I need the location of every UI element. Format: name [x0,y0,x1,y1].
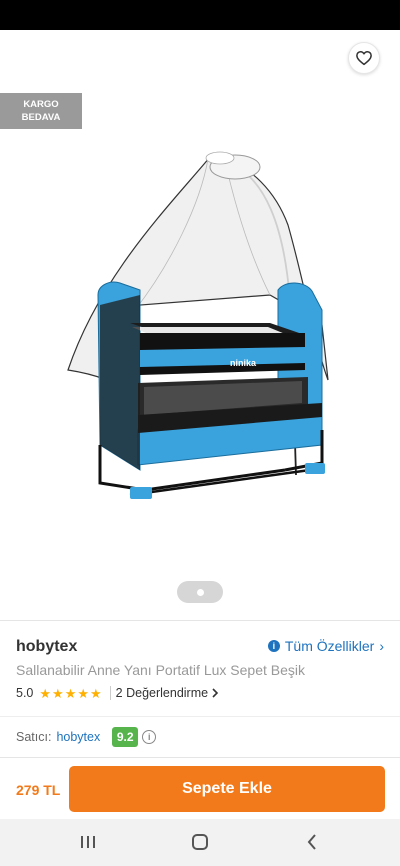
system-back-button[interactable] [292,829,332,855]
divider [0,620,400,621]
add-to-cart-button[interactable]: Sepete Ekle [69,766,385,812]
purchase-bar: 279 TL Sepete Ekle [0,757,400,819]
chevron-right-icon: › [379,638,384,654]
product-title: Sallanabilir Anne Yanı Portatif Lux Sepe… [16,662,305,678]
gallery-pagination [177,581,223,603]
all-features-label: Tüm Özellikler [284,638,375,654]
chevron-right-icon [212,688,219,698]
rating-stars: ★ ★ ★ ★ ★ [39,687,101,700]
rating-value: 5.0 [16,686,34,700]
reviews-link[interactable]: 2 Değerlendirme [116,686,219,700]
share-icon [305,49,321,67]
seller-label: Satıcı: [16,730,52,744]
svg-text:ninika: ninika [230,358,257,368]
brand-name[interactable]: hobytex [16,638,77,656]
system-nav-bar [0,819,400,866]
recents-icon [81,836,95,848]
star-icon: ★ [64,685,77,701]
status-bar [0,0,400,30]
seller-score-badge: 9.2 [112,727,139,747]
gallery-dot-active [196,588,204,596]
star-icon: ★ [77,685,90,701]
badge-line-1: KARGO [23,99,59,110]
badge-line-2: BEDAVA [21,112,61,123]
seller-row: Satıcı: hobytex 9.2 i [16,727,157,747]
share-button[interactable] [296,42,330,74]
chevron-left-icon [307,834,316,850]
back-button[interactable] [14,42,48,74]
price: 279 TL [16,782,61,798]
heart-outline-icon [356,51,372,66]
home-button[interactable] [180,829,220,855]
reviews-label: 2 Değerlendirme [115,686,209,700]
info-icon: i [267,640,280,652]
rating-row: 5.0 ★ ★ ★ ★ ★ 2 Değerlendirme [16,686,219,700]
star-icon: ★ [52,685,64,701]
home-icon [192,834,208,850]
star-icon: ★ [90,685,102,701]
rating-separator [109,686,111,700]
free-shipping-badge: KARGO BEDAVA [0,93,82,129]
recents-button[interactable] [68,829,108,855]
product-image[interactable]: ninika [60,145,345,510]
seller-info-icon[interactable]: i [142,730,157,744]
arrow-left-icon [23,51,39,65]
seller-name-link[interactable]: hobytex [56,730,100,744]
favorite-button[interactable] [348,42,380,74]
divider [0,716,400,717]
star-icon: ★ [39,685,52,701]
all-features-link[interactable]: i Tüm Özellikler › [267,638,384,654]
app-bar [0,30,400,86]
